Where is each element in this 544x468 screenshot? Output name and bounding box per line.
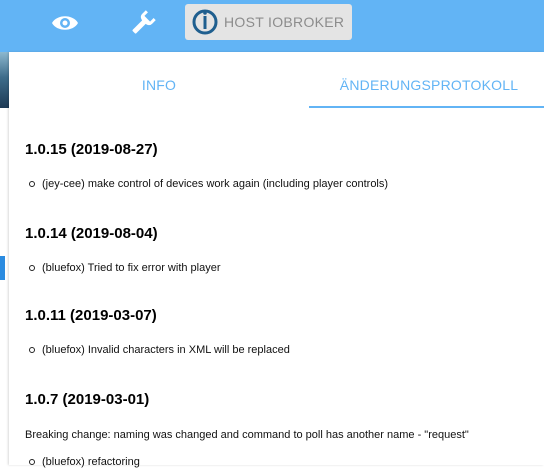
tab-bar: INFO ÄNDERUNGSPROTOKOLL xyxy=(9,62,544,109)
top-toolbar: HOST IOBROKER xyxy=(0,0,544,52)
changelog-entry: (jey-cee) make control of devices work a… xyxy=(29,178,388,190)
host-label: HOST IOBROKER xyxy=(224,14,345,30)
eye-button[interactable] xyxy=(48,8,82,38)
sidebar-active-indicator xyxy=(0,256,5,280)
bullet-icon xyxy=(29,347,35,353)
bullet-icon xyxy=(29,265,35,271)
version-heading: 1.0.11 (2019-03-07) xyxy=(25,307,157,324)
wrench-icon xyxy=(132,10,156,34)
tab-info[interactable]: INFO xyxy=(9,62,309,107)
host-selector-button[interactable]: HOST IOBROKER xyxy=(185,4,352,40)
adapter-info-panel: INFO ÄNDERUNGSPROTOKOLL 1.0.15 (2019-08-… xyxy=(9,52,544,468)
entry-text: (jey-cee) make control of devices work a… xyxy=(42,178,389,190)
version-heading: 1.0.14 (2019-08-04) xyxy=(25,225,158,242)
wrench-button[interactable] xyxy=(126,8,160,38)
tab-changelog[interactable]: ÄNDERUNGSPROTOKOLL xyxy=(309,62,544,107)
active-tab-indicator xyxy=(309,106,544,108)
eye-icon xyxy=(52,16,78,30)
sidebar-edge xyxy=(0,52,9,465)
entry-text: (bluefox) refactoring xyxy=(42,456,140,468)
version-heading: 1.0.15 (2019-08-27) xyxy=(25,141,158,158)
changelog-entry: (bluefox) Tried to fix error with player xyxy=(29,262,221,274)
changelog-entry: (bluefox) refactoring xyxy=(29,456,140,468)
bullet-icon xyxy=(29,181,35,187)
iobroker-logo-icon xyxy=(192,9,218,35)
entry-text: (bluefox) Tried to fix error with player xyxy=(42,262,221,274)
bullet-icon xyxy=(29,459,35,465)
sidebar-background-image xyxy=(0,52,9,108)
version-heading: 1.0.7 (2019-03-01) xyxy=(25,391,150,408)
changelog-entry: (bluefox) Invalid characters in XML will… xyxy=(29,344,290,356)
entry-text: (bluefox) Invalid characters in XML will… xyxy=(42,344,290,356)
changelog-note: Breaking change: naming was changed and … xyxy=(25,429,469,441)
